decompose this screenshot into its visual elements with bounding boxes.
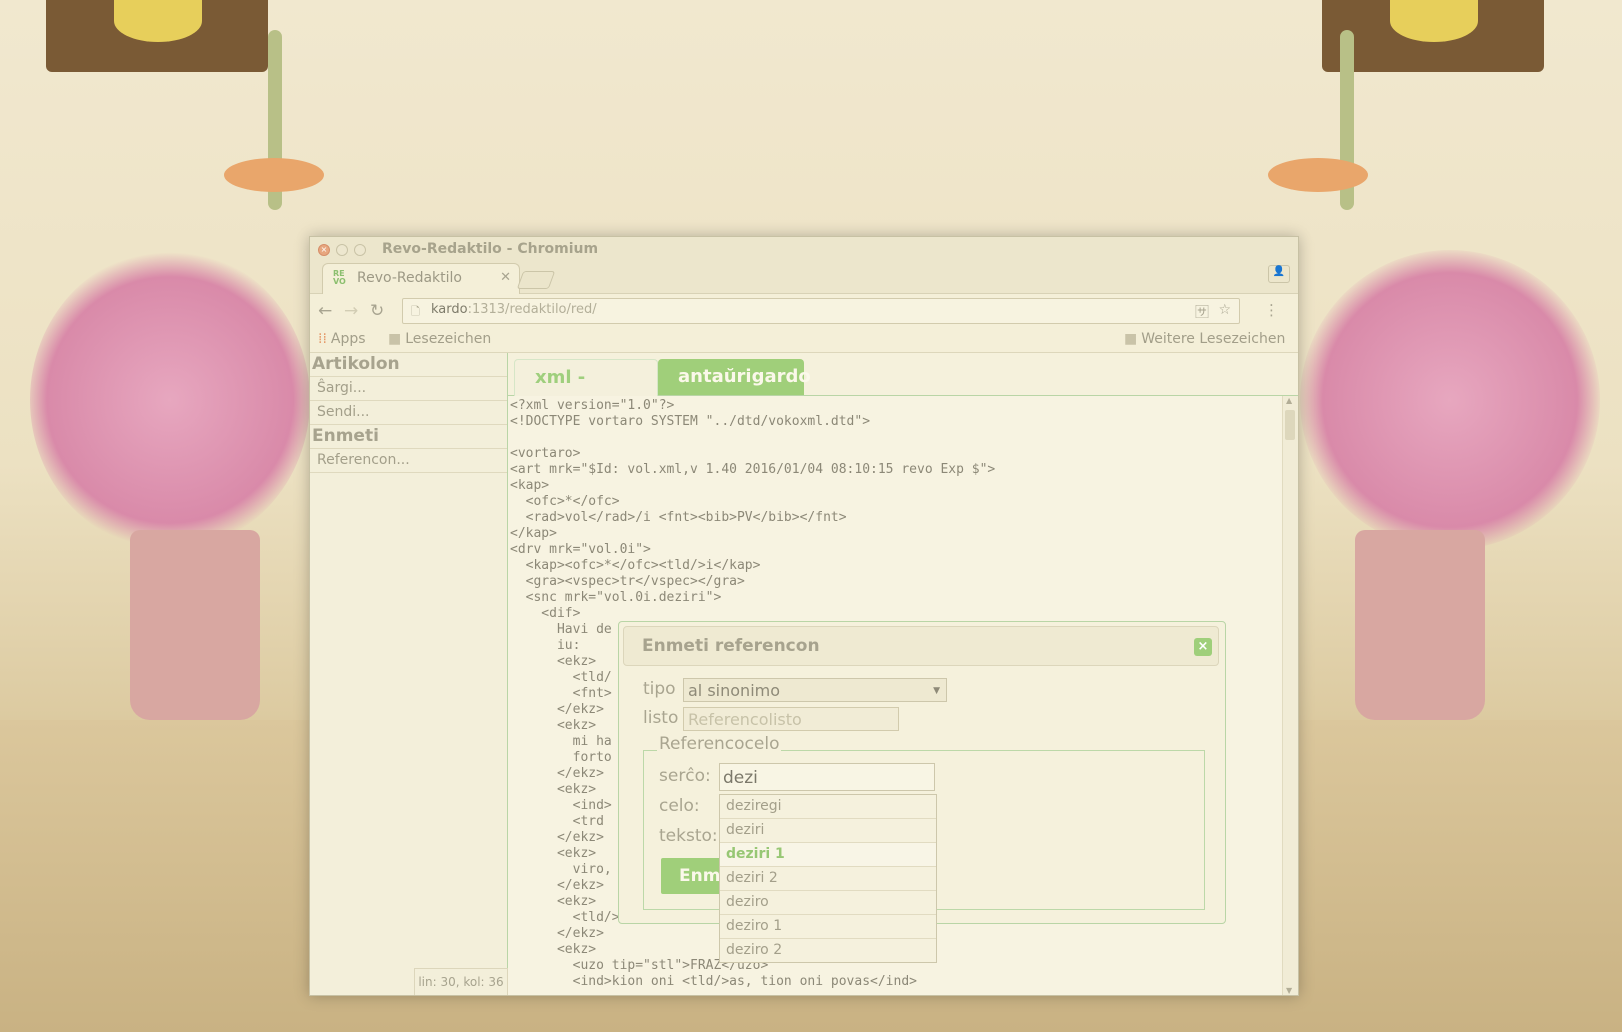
tipo-select[interactable]: al sinonimo ▼ [683, 678, 947, 702]
celo-label: celo: [659, 796, 700, 816]
sidebar-heading-artikolon: Artikolon [310, 353, 507, 377]
menu-icon[interactable]: ⋮ [1264, 301, 1279, 319]
dialog-close-icon[interactable]: × [1194, 638, 1212, 656]
apps-grid-icon: ⁞⁞ [318, 331, 327, 347]
sercho-input[interactable]: dezi [719, 763, 935, 791]
dialog-header: Enmeti referencon × [623, 626, 1219, 666]
autocomplete-option[interactable]: deziregi [720, 795, 936, 819]
tab-strip: RE VO Revo-Redaktilo ✕ 👤 [310, 261, 1298, 294]
bookmark-apps-label: Apps [330, 331, 366, 347]
reload-icon[interactable]: ↻ [370, 301, 384, 321]
address-bar[interactable]: 🗋 kardo:1313/redaktilo/red/ 🈂 ☆ [402, 298, 1240, 324]
autocomplete-option-highlighted[interactable]: deziri 1 [720, 843, 936, 867]
editor-scrollbar[interactable]: ▲ ▼ [1282, 396, 1298, 995]
wallpaper-disc-right [1268, 158, 1368, 192]
browser-tab-label: Revo-Redaktilo [357, 270, 462, 286]
wallpaper-painting-right [1322, 0, 1544, 72]
autocomplete-dropdown: deziregi deziri deziri 1 deziri 2 deziro… [719, 794, 937, 963]
scrollbar-thumb[interactable] [1285, 410, 1295, 440]
bookmark-lesezeichen-label: Lesezeichen [405, 331, 492, 347]
back-arrow-icon[interactable]: ← [318, 301, 332, 321]
new-tab-button[interactable] [516, 271, 556, 289]
sercho-label: serĉo: [659, 766, 711, 786]
sidebar-item-referencon[interactable]: Referencon... [310, 449, 507, 473]
revo-favicon-icon: RE VO [333, 269, 346, 286]
wallpaper-disc-left [224, 158, 324, 192]
bookmarks-bar: ⁞⁞ Apps ■ Lesezeichen ■ Weitere Lesezeichen [310, 328, 1298, 353]
sidebar: Artikolon Ŝargi... Sendi... Enmeti Refer… [310, 353, 508, 995]
autocomplete-option[interactable]: deziro 2 [720, 939, 936, 962]
tab-close-icon[interactable]: ✕ [500, 270, 511, 285]
tab-antaurigardo[interactable]: antaŭrigardo [658, 359, 811, 395]
tipo-label: tipo [643, 679, 676, 699]
sidebar-item-shargi[interactable]: Ŝargi... [310, 377, 507, 401]
sidebar-heading-enmeti: Enmeti [310, 425, 507, 449]
maximize-window-button[interactable] [354, 244, 366, 256]
tipo-select-value: al sinonimo [688, 681, 781, 700]
other-bookmarks-label: Weitere Lesezeichen [1141, 331, 1286, 347]
chevron-down-icon: ▼ [933, 686, 940, 696]
window-title: Revo-Redaktilo - Chromium [382, 241, 599, 257]
wallpaper-vase-right [1355, 530, 1485, 720]
wallpaper-flowers-right [1300, 250, 1600, 550]
url-path: :1313/redaktilo/red/ [467, 302, 597, 317]
folder-icon: ■ [388, 331, 402, 347]
scroll-down-icon[interactable]: ▼ [1286, 986, 1292, 995]
browser-tab[interactable]: RE VO Revo-Redaktilo ✕ [322, 263, 520, 294]
profile-icon[interactable]: 👤 [1268, 265, 1290, 283]
editor-tabs: xml - redakti antaŭrigardo [508, 353, 1298, 424]
title-bar: × Revo-Redaktilo - Chromium [310, 237, 1298, 261]
listo-label: listo [643, 708, 679, 728]
bookmark-star-icon[interactable]: ☆ [1218, 302, 1231, 318]
bookmark-apps[interactable]: ⁞⁞ Apps [318, 331, 366, 347]
sidebar-item-sendi[interactable]: Sendi... [310, 401, 507, 425]
url-text: kardo:1313/redaktilo/red/ [431, 302, 597, 317]
scroll-up-icon[interactable]: ▲ [1286, 396, 1292, 405]
cursor-position-status: lin: 30, kol: 36 [414, 968, 508, 995]
tab-xml-redakti[interactable]: xml - redakti [514, 359, 658, 424]
autocomplete-option[interactable]: deziri [720, 819, 936, 843]
navigation-bar: ← → ↻ 🗋 kardo:1313/redaktilo/red/ 🈂 ☆ ⋮ [310, 294, 1298, 328]
autocomplete-option[interactable]: deziri 2 [720, 867, 936, 891]
fieldset-legend: Referencocelo [657, 734, 782, 754]
forward-arrow-icon[interactable]: → [344, 301, 358, 321]
wallpaper-flowers-left [30, 250, 310, 550]
autocomplete-option[interactable]: deziro [720, 891, 936, 915]
wallpaper-painting-left [46, 0, 268, 72]
close-window-button[interactable]: × [318, 244, 330, 256]
dialog-title: Enmeti referencon [642, 636, 820, 656]
teksto-label: teksto: [659, 826, 718, 846]
other-bookmarks[interactable]: ■ Weitere Lesezeichen [1124, 331, 1285, 347]
folder-icon: ■ [1124, 331, 1138, 347]
wallpaper-vase-left [130, 530, 260, 720]
bookmark-lesezeichen[interactable]: ■ Lesezeichen [388, 331, 491, 347]
page-info-icon[interactable]: 🗋 [411, 303, 420, 322]
autocomplete-option[interactable]: deziro 1 [720, 915, 936, 939]
url-host: kardo [431, 302, 468, 317]
translate-icon[interactable]: 🈂 [1195, 302, 1209, 322]
minimize-window-button[interactable] [336, 244, 348, 256]
listo-input[interactable]: Referencolisto [683, 707, 899, 731]
